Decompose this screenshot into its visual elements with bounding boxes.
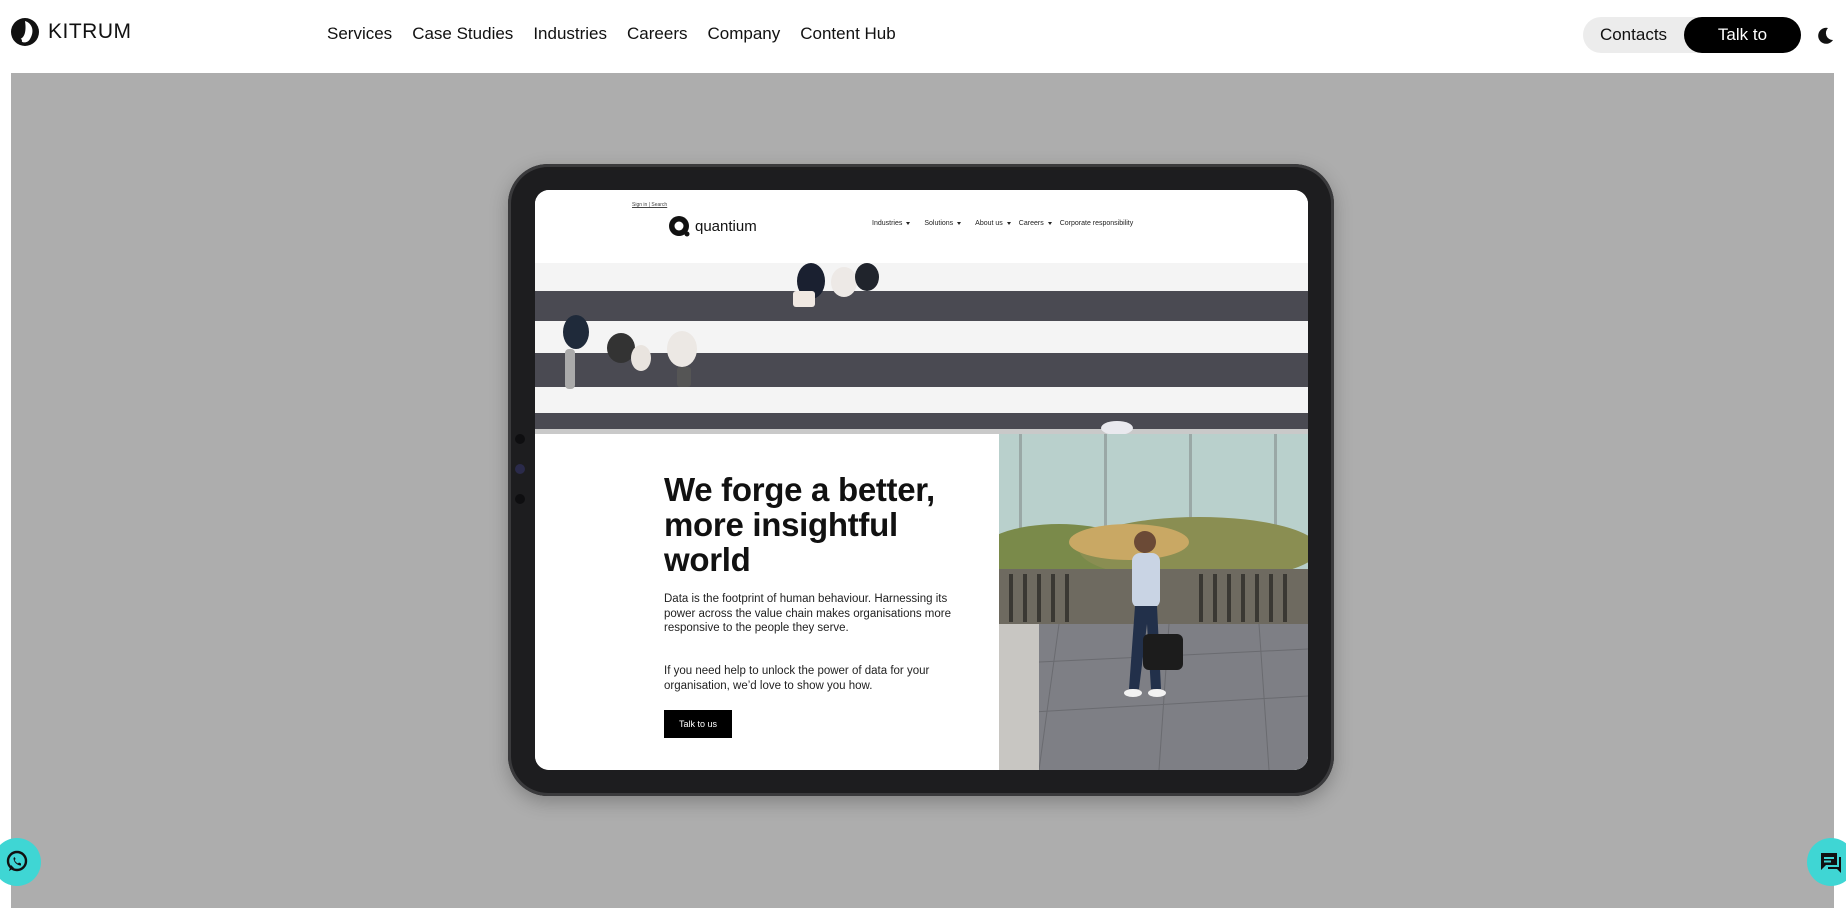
nav-item-case-studies[interactable]: Case Studies: [412, 24, 513, 44]
nav-label: Industries: [872, 220, 903, 227]
talk-to-us-button[interactable]: Talk to us: [664, 710, 732, 738]
nav-item-industries[interactable]: Industries: [533, 24, 607, 44]
quantium-nav: Industries Solutions About us Careers Co…: [872, 220, 1133, 227]
contacts-button[interactable]: Contacts: [1583, 17, 1684, 53]
moon-icon[interactable]: [1814, 25, 1836, 47]
tablet-camera: [515, 464, 525, 474]
brand-logo[interactable]: KITRUM: [10, 17, 132, 47]
pedestrian-figure: [631, 345, 651, 371]
pedestrian-figure: [677, 367, 691, 387]
chat-icon: [1821, 853, 1841, 873]
pedestrian-figure: [831, 267, 857, 297]
quantium-top-links[interactable]: Sign in | Search: [632, 202, 667, 208]
chevron-down-icon: [957, 221, 962, 225]
chevron-down-icon: [906, 221, 911, 225]
nav-item-services[interactable]: Services: [327, 24, 392, 44]
tablet-mockup: Sign in | Search quantium Industries Sol…: [508, 164, 1334, 796]
nav-label: Solutions: [924, 220, 954, 227]
businessman-photo: [999, 434, 1308, 770]
tablet-button: [515, 494, 525, 504]
top-navigation-bar: KITRUM Services Case Studies Industries …: [0, 0, 1846, 80]
pedestrian-figure: [855, 263, 879, 291]
chevron-down-icon: [1006, 221, 1011, 225]
whatsapp-icon: [6, 850, 28, 872]
nav-item-content-hub[interactable]: Content Hub: [800, 24, 895, 44]
nav-label: About us: [975, 220, 1003, 227]
quantium-logo-icon: [669, 216, 690, 237]
kitrum-logo-icon: [11, 18, 39, 46]
pedestrian-figure: [565, 349, 575, 389]
nav-label: Careers: [1018, 220, 1044, 227]
crosswalk-stripe: [535, 263, 1308, 291]
pedestrian-figure: [793, 291, 815, 307]
tablet-screen: Sign in | Search quantium Industries Sol…: [535, 190, 1308, 770]
quantium-paragraph-2: If you need help to unlock the power of …: [664, 665, 930, 692]
crosswalk-stripe: [535, 321, 1308, 353]
quantium-nav-industries[interactable]: Industries: [872, 220, 911, 227]
quantium-nav-solutions[interactable]: Solutions: [924, 220, 962, 227]
quantium-nav-corporate-responsibility[interactable]: Corporate responsibility: [1060, 220, 1134, 227]
businessman-illustration: [999, 434, 1308, 770]
quantium-nav-careers[interactable]: Careers: [1019, 220, 1052, 227]
header-actions: Contacts Talk to CEO: [1583, 17, 1801, 80]
quantium-logo[interactable]: quantium: [668, 215, 757, 237]
crosswalk-image: [535, 263, 1308, 434]
pedestrian-figure: [563, 315, 589, 349]
brand-name: KITRUM: [48, 20, 132, 43]
quantium-brand: quantium: [695, 217, 757, 235]
tablet-button: [515, 434, 525, 444]
pedestrian-figure: [667, 331, 697, 367]
quantium-nav-about[interactable]: About us: [975, 220, 1011, 227]
chevron-down-icon: [1047, 221, 1052, 225]
pedestrian-figure: [1101, 421, 1133, 434]
nav-item-careers[interactable]: Careers: [627, 24, 687, 44]
main-nav: Services Case Studies Industries Careers…: [327, 24, 896, 44]
quantium-headline: We forge a better, more insightful world: [664, 471, 935, 578]
nav-item-company[interactable]: Company: [707, 24, 780, 44]
quantium-paragraph-1: Data is the footprint of human behaviour…: [664, 593, 952, 634]
crosswalk-stripe: [535, 387, 1308, 413]
talk-to-ceo-button[interactable]: Talk to CEO: [1684, 17, 1801, 80]
quantium-header: Sign in | Search quantium Industries Sol…: [535, 190, 1308, 263]
quantium-hero-text: We forge a better, more insightful world…: [535, 434, 999, 770]
